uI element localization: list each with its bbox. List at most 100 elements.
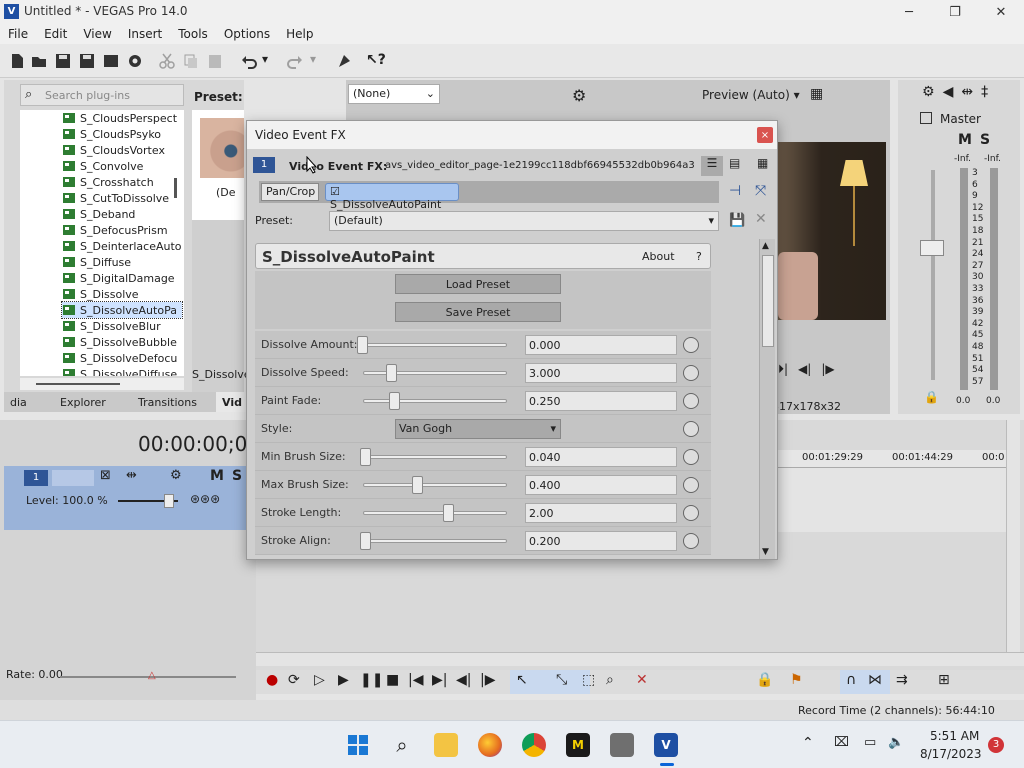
notification-badge[interactable]: 3 bbox=[988, 737, 1004, 753]
master-mute-button[interactable]: M bbox=[958, 132, 972, 148]
plugin-item[interactable]: S_DissolveDiffuse bbox=[62, 366, 182, 376]
timeline-hscroll[interactable] bbox=[256, 652, 1024, 666]
master-settings-gear-icon[interactable]: ⚙ bbox=[922, 84, 935, 100]
track-name-field[interactable] bbox=[52, 470, 94, 486]
fx-param-value-field[interactable]: 2.00 bbox=[525, 503, 677, 523]
menu-edit[interactable]: Edit bbox=[36, 27, 75, 41]
plugin-item[interactable]: S_DigitalDamage bbox=[62, 270, 182, 286]
plugin-item[interactable]: S_Crosshatch bbox=[62, 174, 182, 190]
view-grid-icon[interactable]: ▦ bbox=[757, 156, 768, 170]
go-to-end-icon[interactable]: ▶| bbox=[432, 672, 447, 688]
view-detail-icon[interactable]: ☰ bbox=[701, 156, 723, 176]
master-dim-icon[interactable]: ‡ bbox=[981, 84, 988, 100]
play-icon[interactable]: ▶ bbox=[338, 672, 349, 688]
scroll-thumb[interactable] bbox=[762, 255, 774, 347]
track-compositing-icon[interactable]: ⇹ bbox=[126, 468, 137, 483]
grid-overlay-icon[interactable]: ▦ bbox=[810, 86, 823, 102]
undo-icon[interactable] bbox=[240, 52, 258, 70]
normal-edit-tool-icon[interactable]: ↖ bbox=[516, 672, 528, 688]
play-reverse-icon[interactable]: ⏵| bbox=[778, 362, 788, 378]
next-frame-icon[interactable]: |▶ bbox=[821, 362, 834, 378]
plugin-item[interactable]: S_CloudsVortex bbox=[62, 142, 182, 158]
minimize-button[interactable]: ─ bbox=[886, 0, 932, 24]
chain-checkbox-icon[interactable]: ☑ bbox=[330, 185, 340, 198]
menu-file[interactable]: File bbox=[0, 27, 36, 41]
snapping-magnet-icon[interactable]: ∩ bbox=[846, 672, 856, 688]
preview-none-select[interactable]: (None) ⌄ bbox=[348, 84, 440, 104]
ripple-edit-icon[interactable]: ⇉ bbox=[896, 672, 908, 688]
master-fader-handle[interactable] bbox=[920, 240, 944, 256]
tray-chevron-icon[interactable]: ⌃ bbox=[802, 735, 814, 751]
menu-insert[interactable]: Insert bbox=[120, 27, 170, 41]
next-frame-button-icon[interactable]: |▶ bbox=[480, 672, 495, 688]
marker-icon[interactable]: ⚑ bbox=[790, 672, 803, 688]
redo-icon[interactable] bbox=[286, 52, 304, 70]
fx-param-value-field[interactable]: 3.000 bbox=[525, 363, 677, 383]
dialog-vscroll[interactable]: ▲ ▼ bbox=[759, 239, 775, 559]
master-fx-icon[interactable]: ⇹ bbox=[961, 84, 973, 100]
help-link[interactable]: ? bbox=[696, 250, 702, 263]
fx-chain-remove-icon[interactable]: ⤧ bbox=[755, 183, 766, 199]
scroll-up-arrow-icon[interactable]: ▲ bbox=[762, 241, 769, 251]
delete-preset-icon[interactable]: ✕ bbox=[755, 211, 767, 227]
fx-param-slider-thumb[interactable] bbox=[359, 532, 371, 550]
zoom-tool-icon[interactable]: ⌕ bbox=[606, 672, 614, 688]
preset-thumbnail[interactable]: (De bbox=[192, 110, 244, 220]
fx-param-slider-thumb[interactable] bbox=[357, 336, 368, 354]
record-icon[interactable]: ● bbox=[266, 672, 278, 688]
style-dropdown[interactable]: Van Gogh ▾ bbox=[395, 419, 561, 439]
vegas-app-m-icon[interactable]: M bbox=[566, 733, 590, 757]
open-icon[interactable] bbox=[30, 52, 48, 70]
track-mute-button[interactable]: M bbox=[210, 468, 224, 484]
copy-icon[interactable] bbox=[182, 52, 200, 70]
menu-view[interactable]: View bbox=[75, 27, 119, 41]
fx-param-value-field[interactable]: 0.040 bbox=[525, 447, 677, 467]
preview-settings-gear-icon[interactable]: ⚙ bbox=[572, 86, 586, 105]
cut-icon[interactable] bbox=[158, 52, 176, 70]
fx-param-slider-track[interactable] bbox=[363, 371, 507, 375]
fx-param-slider-track[interactable] bbox=[363, 483, 507, 487]
timeline-vscroll[interactable] bbox=[1006, 420, 1020, 652]
load-preset-button[interactable]: Load Preset bbox=[395, 274, 561, 294]
track-solo-button[interactable]: S bbox=[232, 468, 242, 484]
delete-icon[interactable]: ✕ bbox=[636, 672, 648, 688]
master-solo-button[interactable]: S bbox=[980, 132, 990, 148]
plugin-item[interactable]: S_CloudsPsyko bbox=[62, 126, 182, 142]
fx-param-slider-track[interactable] bbox=[363, 343, 507, 347]
prev-frame-button-icon[interactable]: ◀| bbox=[456, 672, 471, 688]
fx-param-value-field[interactable]: 0.200 bbox=[525, 531, 677, 551]
animate-keyframe-clock-icon[interactable] bbox=[683, 449, 699, 465]
clock-date[interactable]: 8/17/2023 bbox=[920, 747, 982, 761]
video-track-header[interactable]: 1 ⊠ ⇹ ⚙ M S Level: 100.0 % ⊛⊛⊛ bbox=[4, 466, 246, 530]
animate-keyframe-clock-icon[interactable] bbox=[683, 393, 699, 409]
loop-playback-icon[interactable]: ⟳ bbox=[288, 672, 300, 688]
plugin-item[interactable]: S_Dissolve bbox=[62, 286, 182, 302]
track-level-slider[interactable] bbox=[118, 494, 178, 508]
chain-dissolve-autopaint[interactable]: ☑ S_DissolveAutoPaint bbox=[325, 183, 459, 211]
tab-media[interactable]: dia bbox=[4, 392, 33, 412]
fx-param-slider-thumb[interactable] bbox=[388, 392, 400, 410]
preview-mode-dropdown[interactable]: Preview (Auto) ▾ bbox=[702, 88, 800, 102]
pause-icon[interactable]: ❚❚ bbox=[360, 672, 383, 688]
animate-keyframe-clock-icon[interactable] bbox=[683, 337, 699, 353]
plugin-item[interactable]: S_DissolveBlur bbox=[62, 318, 182, 334]
vegas-pro-taskbar-icon[interactable]: V bbox=[654, 733, 678, 757]
volume-icon[interactable]: 🔈 bbox=[888, 735, 904, 750]
menu-help[interactable]: Help bbox=[278, 27, 321, 41]
properties-gear-icon[interactable] bbox=[126, 52, 144, 70]
film-app-icon[interactable] bbox=[610, 733, 634, 757]
fx-param-slider-track[interactable] bbox=[363, 539, 507, 543]
tree-horizontal-scrollbar[interactable] bbox=[20, 378, 184, 390]
plugin-item[interactable]: S_DeinterlaceAuto bbox=[62, 238, 182, 254]
chrome-icon[interactable] bbox=[522, 733, 546, 757]
fx-param-slider-track[interactable] bbox=[363, 455, 507, 459]
close-button[interactable]: ✕ bbox=[978, 0, 1024, 24]
track-composite-mode-icon[interactable]: ⊛⊛⊛ bbox=[190, 492, 220, 506]
stop-icon[interactable]: ■ bbox=[386, 672, 399, 688]
plugin-item[interactable]: S_DissolveBubble bbox=[62, 334, 182, 350]
plugin-item[interactable]: S_DissolveDefocu bbox=[62, 350, 182, 366]
fx-plugin-icon[interactable] bbox=[336, 52, 354, 70]
file-explorer-icon[interactable] bbox=[434, 733, 458, 757]
save-as-icon[interactable] bbox=[78, 52, 96, 70]
plugin-search-box[interactable]: ⌕ Search plug-ins bbox=[20, 84, 184, 106]
